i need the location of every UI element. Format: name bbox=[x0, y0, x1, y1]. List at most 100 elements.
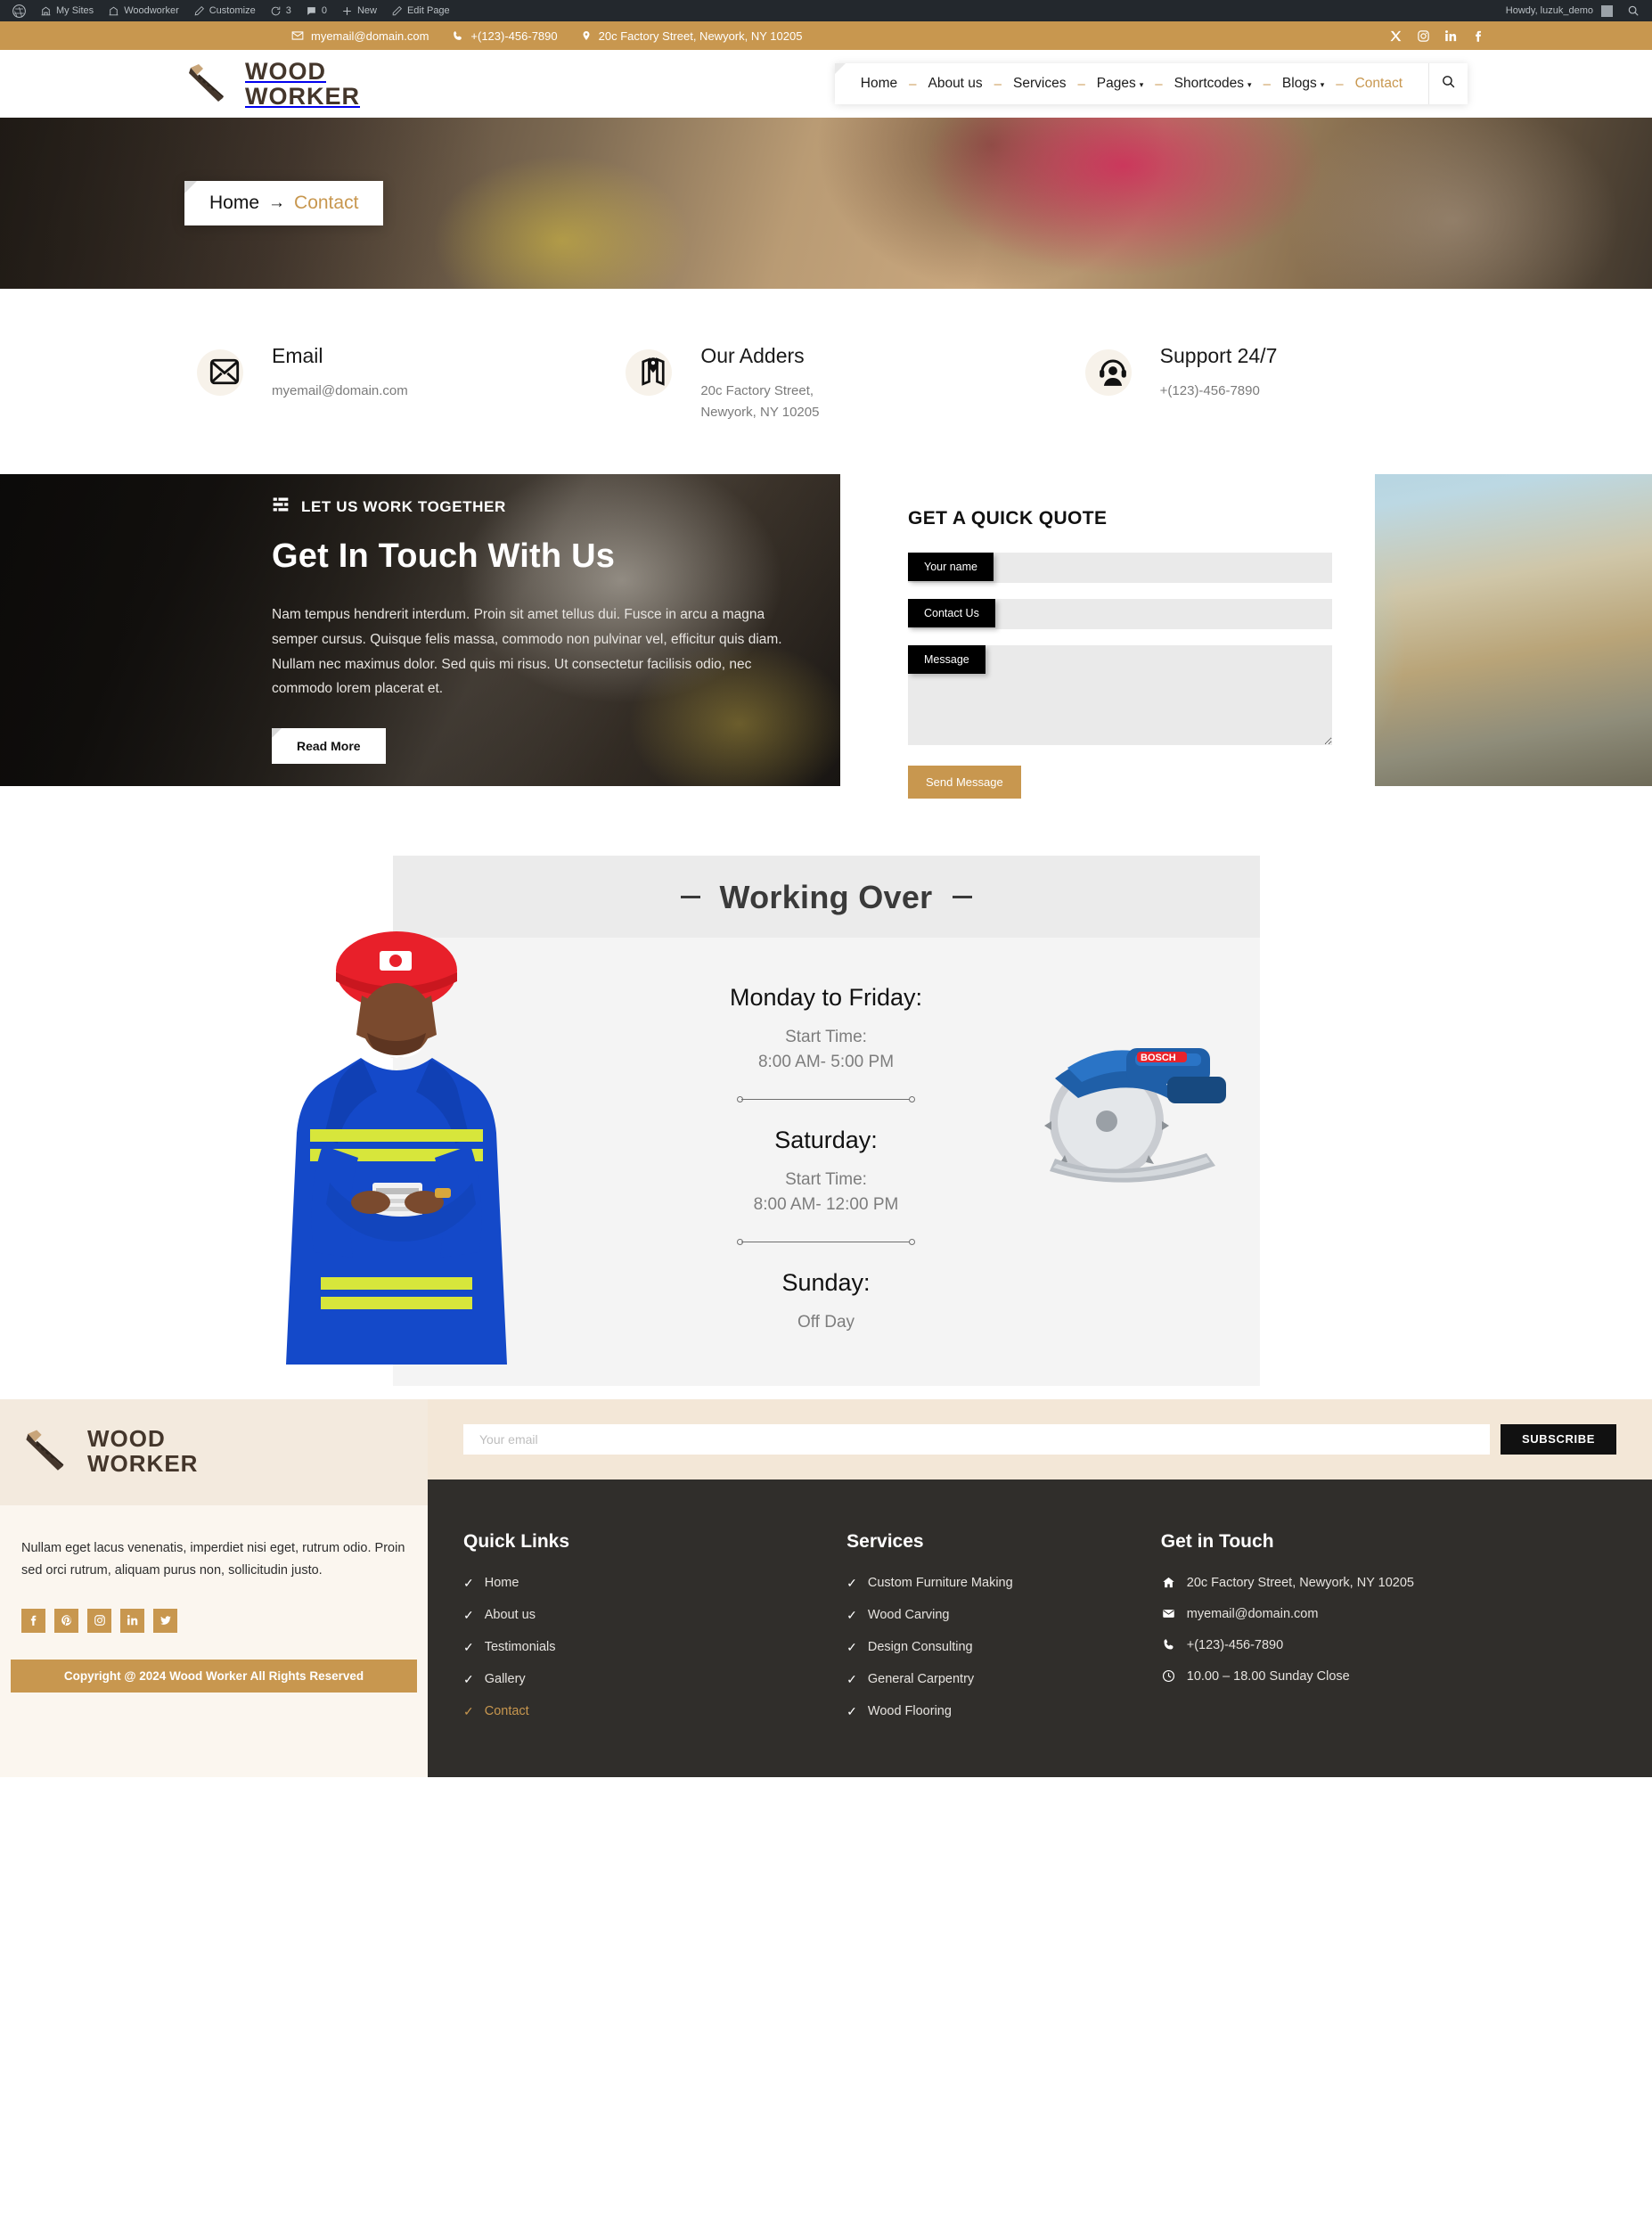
nav-label-blogs: Blogs bbox=[1281, 76, 1317, 91]
site-logo[interactable]: WOOD WORKER bbox=[184, 58, 360, 110]
instagram-icon[interactable] bbox=[87, 1608, 111, 1633]
info-card-title: Our Adders bbox=[700, 344, 805, 367]
nav-separator: – bbox=[1336, 76, 1344, 92]
phone-icon bbox=[452, 30, 463, 42]
customize-label: Customize bbox=[209, 5, 256, 16]
site-footer: WOOD WORKER Nullam eget lacus venenatis,… bbox=[0, 1398, 1652, 1777]
my-sites-menu[interactable]: My Sites bbox=[33, 0, 101, 21]
comments-menu[interactable]: 0 bbox=[299, 0, 334, 21]
header-search-button[interactable] bbox=[1428, 63, 1468, 104]
topbar-phone[interactable]: +(123)-456-7890 bbox=[452, 29, 558, 43]
list-item[interactable]: ✓ Design Consulting bbox=[846, 1640, 1161, 1655]
comment-icon bbox=[306, 5, 317, 17]
send-message-button[interactable]: Send Message bbox=[908, 765, 1021, 799]
contact-email-label: myemail@domain.com bbox=[1186, 1606, 1319, 1621]
footer-sidebar: WOOD WORKER Nullam eget lacus venenatis,… bbox=[0, 1398, 428, 1777]
check-icon: ✓ bbox=[846, 1703, 857, 1718]
footer-logo[interactable]: WOOD WORKER bbox=[0, 1398, 428, 1505]
check-icon: ✓ bbox=[846, 1575, 857, 1590]
quote-heading: Get In Touch With Us bbox=[272, 537, 616, 576]
link-label: Gallery bbox=[484, 1672, 526, 1687]
link-label: About us bbox=[484, 1608, 536, 1623]
contact-list: 20c Factory Street, Newyork, NY 10205 my… bbox=[1161, 1576, 1616, 1684]
subscribe-button[interactable]: SUBSCRIBE bbox=[1501, 1423, 1616, 1455]
breadcrumb-home-link[interactable]: Home bbox=[209, 193, 259, 214]
dash-left-icon bbox=[680, 896, 700, 899]
list-item[interactable]: ✓ Gallery bbox=[463, 1672, 846, 1687]
footer-description: Nullam eget lacus venenatis, imperdiet n… bbox=[21, 1540, 405, 1578]
topbar-phone-label: +(123)-456-7890 bbox=[470, 29, 558, 43]
topbar-email[interactable]: myemail@domain.com bbox=[291, 29, 429, 43]
your-name-input[interactable] bbox=[908, 552, 1332, 583]
hours-divider bbox=[737, 1238, 915, 1246]
message-textarea[interactable] bbox=[908, 644, 1332, 745]
edit-page-menu[interactable]: Edit Page bbox=[384, 0, 457, 21]
phone-icon bbox=[1161, 1638, 1176, 1652]
site-name-menu[interactable]: Woodworker bbox=[101, 0, 186, 21]
newsletter-form: SUBSCRIBE bbox=[428, 1398, 1652, 1479]
footer-main: SUBSCRIBE Quick Links ✓ Home ✓ About us ✓ T… bbox=[428, 1398, 1652, 1777]
working-hours-title: Working Over bbox=[719, 878, 933, 915]
contact-address-label: 20c Factory Street, Newyork, NY 10205 bbox=[1186, 1575, 1414, 1590]
nav-item-pages[interactable]: Pages ▾ bbox=[1085, 63, 1155, 104]
contact-us-input[interactable] bbox=[908, 598, 1332, 629]
nav-item-about-us[interactable]: About us bbox=[916, 63, 994, 104]
envelope-icon bbox=[197, 344, 252, 399]
link-label: Custom Furniture Making bbox=[867, 1576, 1013, 1591]
facebook-icon[interactable] bbox=[1472, 29, 1485, 43]
info-card-body: myemail@domain.com bbox=[272, 381, 408, 402]
info-card-line-1: 20c Factory Street, bbox=[700, 383, 814, 398]
nav-label-shortcodes: Shortcodes bbox=[1174, 76, 1245, 91]
list-item[interactable]: myemail@domain.com bbox=[1161, 1607, 1616, 1621]
list-item[interactable]: ✓ Contact bbox=[463, 1704, 846, 1719]
customize-menu[interactable]: Customize bbox=[186, 0, 263, 21]
linkedin-icon[interactable] bbox=[1444, 29, 1458, 43]
nav-item-contact[interactable]: Contact bbox=[1344, 63, 1414, 104]
list-item: 20c Factory Street, Newyork, NY 10205 bbox=[1161, 1576, 1616, 1590]
list-item[interactable]: ✓ Wood Flooring bbox=[846, 1704, 1161, 1719]
nav-separator: – bbox=[1077, 76, 1085, 92]
account-menu[interactable]: Howdy, luzuk_demo bbox=[1499, 0, 1620, 21]
link-label: Design Consulting bbox=[867, 1640, 973, 1655]
link-label: Wood Carving bbox=[867, 1608, 950, 1623]
divider-line bbox=[741, 1098, 911, 1100]
list-item[interactable]: ✓ Wood Carving bbox=[846, 1608, 1161, 1623]
facebook-icon[interactable] bbox=[21, 1608, 45, 1633]
info-card-line-2: Newyork, NY 10205 bbox=[700, 405, 820, 421]
nav-item-blogs[interactable]: Blogs ▾ bbox=[1271, 63, 1336, 104]
pencil-icon bbox=[391, 5, 403, 17]
admin-search-button[interactable] bbox=[1620, 0, 1647, 21]
nav-item-services[interactable]: Services bbox=[1002, 63, 1077, 104]
services-list: ✓ Custom Furniture Making ✓ Wood Carving ✓… bbox=[846, 1576, 1161, 1719]
instagram-icon[interactable] bbox=[1417, 29, 1430, 43]
search-icon bbox=[1441, 74, 1456, 94]
list-item[interactable]: ✓ Testimonials bbox=[463, 1640, 846, 1655]
map-pin-icon bbox=[626, 344, 681, 399]
footer-column-get-in-touch: Get in Touch 20c Factory Street, Newyork… bbox=[1161, 1531, 1616, 1736]
topbar-address-label: 20c Factory Street, Newyork, NY 10205 bbox=[598, 29, 803, 43]
read-more-button[interactable]: Read More bbox=[272, 727, 386, 764]
wordpress-logo-menu[interactable] bbox=[5, 0, 33, 21]
check-icon: ✓ bbox=[846, 1639, 857, 1654]
nav-label-pages: Pages bbox=[1096, 76, 1136, 91]
list-item[interactable]: ✓ Home bbox=[463, 1576, 846, 1591]
new-content-menu[interactable]: New bbox=[334, 0, 384, 21]
nav-item-shortcodes[interactable]: Shortcodes ▾ bbox=[1163, 63, 1264, 104]
list-item[interactable]: +(123)-456-7890 bbox=[1161, 1638, 1616, 1652]
list-item[interactable]: ✓ General Carpentry bbox=[846, 1672, 1161, 1687]
divider-dot-right bbox=[909, 1095, 915, 1102]
twitter-icon[interactable] bbox=[153, 1608, 177, 1633]
newsletter-email-input[interactable] bbox=[463, 1423, 1491, 1455]
comments-count: 0 bbox=[321, 5, 327, 16]
new-label: New bbox=[356, 5, 377, 16]
footer-logo-line-2: WORKER bbox=[87, 1450, 199, 1478]
linkedin-icon[interactable] bbox=[120, 1608, 144, 1633]
check-icon: ✓ bbox=[463, 1703, 474, 1718]
updates-menu[interactable]: 3 bbox=[263, 0, 299, 21]
list-item[interactable]: ✓ About us bbox=[463, 1608, 846, 1623]
pinterest-icon[interactable] bbox=[54, 1608, 78, 1633]
info-card-email: Email myemail@domain.com bbox=[184, 344, 579, 424]
nav-item-home[interactable]: Home bbox=[849, 63, 909, 104]
x-icon[interactable] bbox=[1389, 29, 1403, 43]
list-item[interactable]: ✓ Custom Furniture Making bbox=[846, 1576, 1161, 1591]
